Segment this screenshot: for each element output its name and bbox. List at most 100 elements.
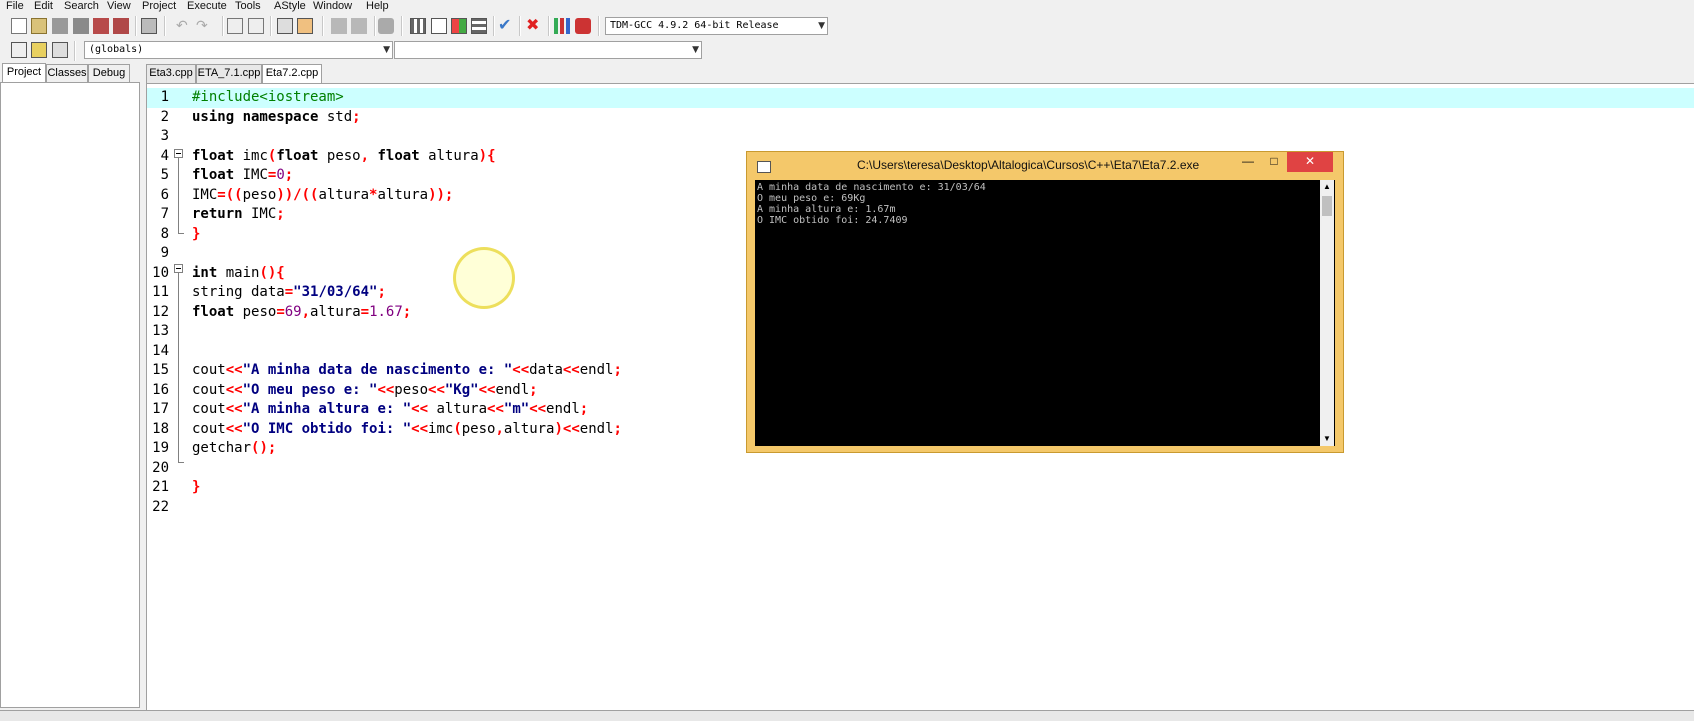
code-token: ;: [276, 206, 285, 222]
menu-window[interactable]: Window: [313, 0, 352, 12]
close-all-icon[interactable]: [113, 18, 129, 34]
code-token: <<: [225, 381, 243, 398]
code-token: ;: [284, 167, 294, 183]
code-token: float: [192, 147, 235, 164]
insert-icon[interactable]: [11, 42, 27, 58]
code-token: endl: [546, 401, 580, 417]
console-title-bar[interactable]: C:\Users\teresa\Desktop\Altalogica\Curso…: [747, 152, 1343, 180]
minimize-button[interactable]: —: [1235, 152, 1261, 172]
line-number: 3: [160, 128, 169, 144]
code-text: cout<<"A minha data de nascimento e: "<<…: [192, 361, 622, 380]
code-token: imc: [234, 147, 268, 164]
menu-execute[interactable]: Execute: [187, 0, 227, 12]
redo-icon[interactable]: ↷: [196, 18, 212, 34]
code-token: 1.67: [369, 303, 403, 320]
scroll-down-icon[interactable]: ▼: [1320, 432, 1334, 446]
project-tree-panel[interactable]: [0, 82, 140, 708]
code-token: "Kg": [444, 381, 479, 398]
scope-select-value: (globals): [89, 44, 144, 55]
goto-line-icon[interactable]: [297, 18, 313, 34]
run-icon[interactable]: [431, 18, 447, 34]
tab-eta7-1[interactable]: ETA_7.1.cpp: [196, 64, 262, 83]
tab-eta7-2[interactable]: Eta7.2.cpp: [262, 64, 322, 83]
maximize-button[interactable]: □: [1261, 152, 1287, 172]
code-token: ;: [529, 381, 538, 398]
code-token: =: [360, 303, 370, 320]
code-token: )<<: [554, 420, 580, 437]
save-all-icon[interactable]: [73, 18, 89, 34]
code-token: float: [192, 167, 235, 183]
code-token: data: [529, 362, 563, 378]
delete-profile-icon[interactable]: [575, 18, 591, 34]
code-token: "31/03/64": [293, 284, 378, 300]
line-number: 8: [160, 225, 169, 242]
member-select[interactable]: ▼: [394, 41, 702, 59]
code-token: IMC: [192, 186, 218, 203]
scope-select[interactable]: (globals) ▼: [84, 41, 393, 59]
code-token: peso: [394, 381, 429, 398]
menu-file[interactable]: File: [6, 0, 24, 12]
code-token: <<: [512, 362, 530, 378]
code-text: }: [192, 478, 200, 497]
project-options-icon[interactable]: [378, 18, 394, 34]
rebuild-all-icon[interactable]: [471, 18, 487, 34]
menu-help[interactable]: Help: [366, 0, 389, 12]
code-token: cout: [192, 362, 226, 378]
toggle-icon[interactable]: [31, 42, 47, 58]
compile-icon[interactable]: [410, 18, 426, 34]
scroll-up-icon[interactable]: ▲: [1320, 180, 1334, 194]
remove-from-project-icon[interactable]: [351, 18, 367, 34]
undo-icon[interactable]: ↶: [176, 18, 192, 34]
console-window[interactable]: C:\Users\teresa\Desktop\Altalogica\Curso…: [746, 151, 1344, 453]
tab-classes[interactable]: Classes: [46, 64, 88, 82]
code-text: }: [192, 225, 200, 244]
code-token: ;: [402, 303, 412, 320]
console-output[interactable]: A minha data de nascimento e: 31/03/64 O …: [755, 180, 1335, 446]
menu-project[interactable]: Project: [142, 0, 176, 12]
goto-icon[interactable]: [52, 42, 68, 58]
close-file-icon[interactable]: [93, 18, 109, 34]
code-text: string data="31/03/64";: [192, 283, 386, 302]
line-number: 4: [160, 147, 169, 164]
new-file-icon[interactable]: [11, 18, 27, 34]
tab-eta3[interactable]: Eta3.cpp: [146, 64, 196, 83]
menu-astyle[interactable]: AStyle: [274, 0, 306, 12]
line-number: 13: [152, 323, 169, 339]
print-icon[interactable]: [141, 18, 157, 34]
compiler-select[interactable]: TDM-GCC 4.9.2 64-bit Release ▼: [605, 17, 828, 35]
save-icon[interactable]: [52, 18, 68, 34]
line-number: 16: [152, 381, 169, 398]
syntax-check-icon[interactable]: ✔: [498, 17, 514, 33]
menu-tools[interactable]: Tools: [235, 0, 261, 12]
console-line: A minha altura e: 1.67m: [757, 204, 896, 215]
console-scrollbar[interactable]: ▲ ▼: [1320, 180, 1334, 446]
menu-search[interactable]: Search: [64, 0, 99, 12]
replace-icon[interactable]: [248, 18, 264, 34]
profile-chart-icon[interactable]: [554, 18, 570, 34]
find-icon[interactable]: [227, 18, 243, 34]
fold-toggle-icon[interactable]: [174, 264, 183, 273]
menu-view[interactable]: View: [107, 0, 131, 12]
scroll-thumb[interactable]: [1322, 196, 1332, 216]
line-number: 20: [152, 459, 169, 476]
tab-project[interactable]: Project: [2, 63, 46, 83]
code-token: ();: [251, 440, 277, 456]
open-file-icon[interactable]: [31, 18, 47, 34]
line-number: 7: [160, 206, 169, 222]
stop-execution-icon[interactable]: ✖: [526, 17, 542, 33]
compile-run-icon[interactable]: [451, 18, 467, 34]
tab-debug[interactable]: Debug: [88, 64, 130, 82]
toggle-bookmark-icon[interactable]: [277, 18, 293, 34]
code-token: ;: [613, 420, 622, 437]
add-to-project-icon[interactable]: [331, 18, 347, 34]
code-token: 69: [284, 303, 302, 320]
close-button[interactable]: ✕: [1287, 152, 1333, 172]
code-token: <<: [377, 381, 395, 398]
code-line-1: [147, 88, 1694, 108]
code-text: getchar();: [192, 439, 276, 458]
chevron-down-icon: ▼: [383, 45, 390, 55]
code-token: ;: [613, 362, 622, 378]
menu-edit[interactable]: Edit: [34, 0, 53, 12]
code-token: cout: [192, 401, 226, 417]
fold-toggle-icon[interactable]: [174, 149, 183, 158]
